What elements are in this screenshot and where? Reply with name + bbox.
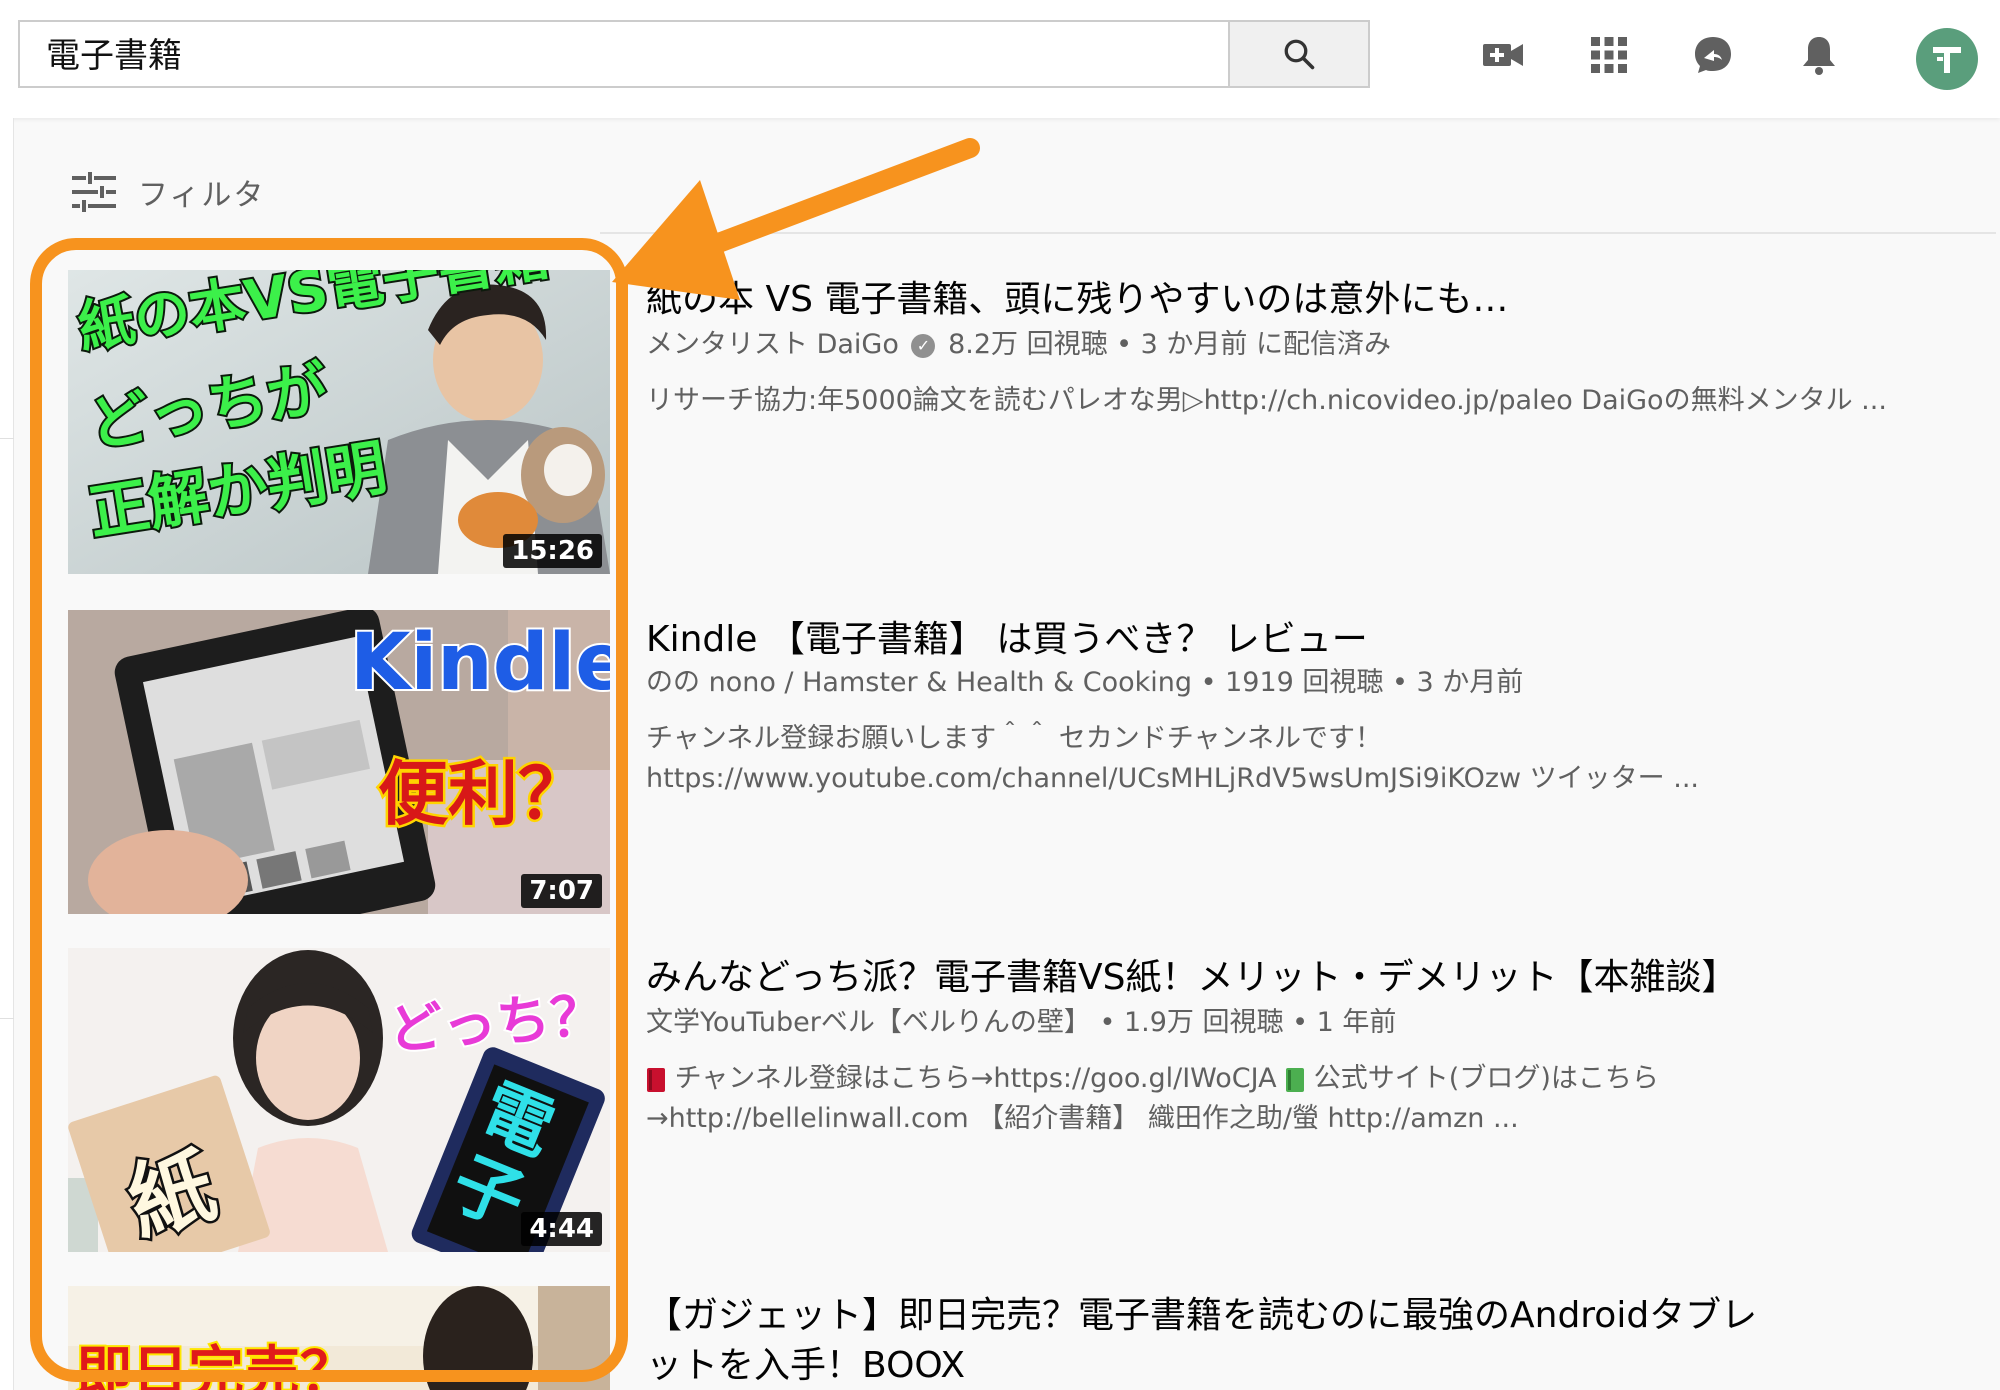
filter-button[interactable]: フィルタ — [72, 168, 265, 216]
search-input[interactable]: 電子書籍 — [46, 36, 1196, 76]
channel-name[interactable]: メンタリスト DaiGo — [646, 329, 899, 360]
video-description-3: チャンネル登録はこちら→https://goo.gl/IWoCJA 公式サイト(… — [646, 1056, 1659, 1095]
green-book-icon — [1286, 1067, 1305, 1092]
avatar-logo-icon — [1933, 47, 1961, 73]
video-duration: 4:44 — [521, 1212, 602, 1246]
search-box[interactable]: 電子書籍 — [18, 20, 1230, 88]
video-title-4-line2[interactable]: ットを入手！BOOX — [646, 1336, 965, 1388]
thumbnail-caption-line: どっち？ — [384, 982, 608, 1064]
create-video-icon — [1483, 44, 1523, 66]
apps-button[interactable] — [1584, 30, 1634, 80]
guide-edge — [0, 118, 14, 1390]
notifications-icon — [1803, 37, 1835, 75]
video-meta-3: 文学YouTuberベル【ベルりんの壁】 • 1.9万 回視聴 • 1 年前 — [646, 1007, 1397, 1038]
thumbnail-caption: 紙の本VS電子書籍 どっちが 正解か判明 — [68, 270, 610, 574]
notifications-button[interactable] — [1794, 30, 1844, 80]
thumbnail-caption-line: 即日完売？ — [74, 1339, 358, 1390]
video-duration: 7:07 — [521, 874, 602, 908]
video-title-4[interactable]: 【ガジェット】即日完売？電子書籍を読むのに最強のAndroidタブレ — [646, 1286, 1757, 1338]
masthead: 電子書籍 — [0, 0, 2000, 118]
video-description-2-line2: https://www.youtube.com/channel/UCsMHLjR… — [646, 763, 1699, 794]
description-text: 公式サイト(ブログ)はこちら — [1305, 1063, 1659, 1094]
view-stats: 8.2万 回視聴 • 3 か月前 に配信済み — [948, 329, 1392, 360]
avatar[interactable] — [1916, 28, 1978, 90]
messages-button[interactable] — [1688, 30, 1738, 80]
verified-icon: ✓ — [911, 333, 936, 358]
video-description-1: リサーチ協力:年5000論文を読むパレオな男▷http://ch.nicovid… — [646, 385, 1887, 416]
red-book-icon — [647, 1067, 665, 1092]
messages-icon — [1695, 37, 1731, 73]
thumbnail-caption-line: Kindle — [348, 616, 610, 710]
apps-icon — [1591, 37, 1627, 73]
video-thumbnail-1[interactable]: 紙の本VS電子書籍 どっちが 正解か判明 15:26 — [68, 270, 610, 574]
create-video-button[interactable] — [1478, 30, 1528, 80]
video-duration: 15:26 — [503, 534, 602, 568]
description-text: チャンネル登録はこちら→https://goo.gl/IWoCJA — [666, 1063, 1286, 1094]
video-thumbnail-3[interactable]: どっち？ 紙 電子 4:44 — [68, 948, 610, 1252]
video-meta-1: メンタリスト DaiGo ✓ 8.2万 回視聴 • 3 か月前 に配信済み — [646, 322, 1391, 361]
search-icon — [1284, 39, 1315, 70]
video-meta-2: のの nono / Hamster & Health & Cooking • 1… — [646, 667, 1524, 698]
thumbnail-caption-line: 便利？ — [376, 751, 591, 838]
video-title-2[interactable]: Kindle 【電子書籍】 は買うべき？ レビュー — [646, 610, 1368, 662]
video-thumbnail-2[interactable]: Kindle 便利？ 7:07 — [68, 610, 610, 914]
video-thumbnail-4[interactable]: 即日完売？ — [68, 1286, 610, 1390]
search-button[interactable] — [1228, 20, 1370, 88]
video-description-2: チャンネル登録お願いします＾＾ セカンドチャンネルです！ — [646, 723, 1382, 754]
video-title-1[interactable]: 紙の本 VS 電子書籍、頭に残りやすいのは意外にも… — [646, 270, 1508, 322]
filter-icon — [72, 172, 116, 212]
divider — [600, 232, 1996, 234]
video-description-3-line2: →http://bellelinwall.com 【紹介書籍】 織田作之助/螢 … — [646, 1103, 1519, 1134]
filter-label: フィルタ — [138, 178, 266, 213]
video-title-3[interactable]: みんなどっち派？電子書籍VS紙！メリット・デメリット【本雑談】 — [646, 948, 1737, 1000]
